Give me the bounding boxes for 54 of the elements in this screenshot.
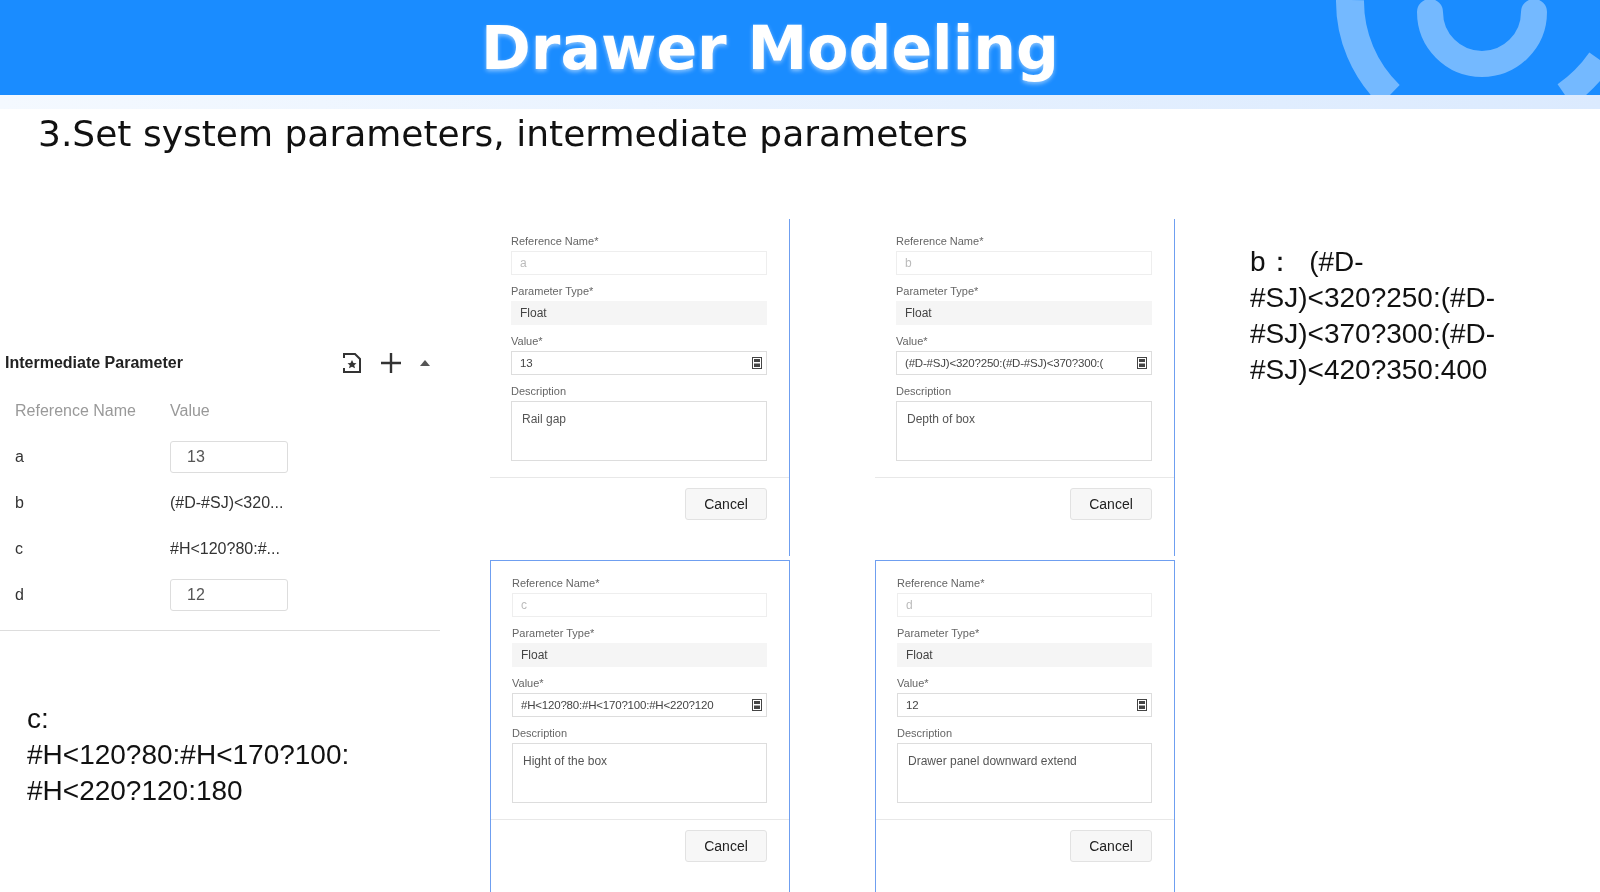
field-label: Parameter Type* [897, 627, 981, 639]
cancel-button[interactable]: Cancel [1070, 830, 1152, 862]
cancel-button[interactable]: Cancel [685, 488, 767, 520]
cancel-button[interactable]: Cancel [685, 830, 767, 862]
slide-subtitle: 3.Set system parameters, intermediate parameters [37, 112, 970, 154]
field-label: Description [897, 727, 954, 739]
column-header: Value [170, 402, 211, 420]
table-cell-text: a [15, 448, 25, 466]
add-icon[interactable] [380, 352, 402, 374]
table-cell-text: #H<120?80:#... [170, 540, 281, 558]
field-label: Value* [896, 335, 929, 347]
description-field[interactable]: Depth of box [896, 401, 1152, 461]
calculator-icon[interactable] [752, 357, 762, 369]
field-label: Value* [511, 335, 544, 347]
description-field[interactable]: Rail gap [511, 401, 767, 461]
field-label: Reference Name* [897, 577, 986, 589]
value-field[interactable]: #H<120?80:#H<170?100:#H<220?120 [512, 693, 767, 717]
field-label: Description [512, 727, 569, 739]
field-label: Reference Name* [511, 235, 600, 247]
calculator-icon[interactable] [752, 699, 762, 711]
column-header: Reference Name [15, 402, 137, 420]
caret-up-icon[interactable] [420, 360, 430, 366]
calculator-icon[interactable] [1137, 699, 1147, 711]
table-cell-text: (#D-#SJ)<320... [170, 494, 285, 512]
value-input[interactable]: 13 [170, 441, 288, 473]
field-label: Value* [512, 677, 545, 689]
value-field[interactable]: 13 [511, 351, 767, 375]
table-cell-text: b [15, 494, 25, 512]
table-cell-text: d [15, 586, 25, 604]
formula-note: c: #H<120?80:#H<170?100: #H<220?120:180 [27, 702, 351, 808]
cancel-button[interactable]: Cancel [1070, 488, 1152, 520]
panel-title: Intermediate Parameter [5, 354, 184, 372]
description-field[interactable]: Hight of the box [512, 743, 767, 803]
calculator-icon[interactable] [1137, 357, 1147, 369]
field-label: Parameter Type* [896, 285, 980, 297]
parameter-type-field[interactable]: Float [897, 643, 1152, 667]
field-label: Value* [897, 677, 930, 689]
field-label: Reference Name* [512, 577, 601, 589]
field-label: Reference Name* [896, 235, 985, 247]
file-star-icon[interactable] [342, 352, 362, 374]
field-label: Description [511, 385, 568, 397]
field-label: Parameter Type* [512, 627, 596, 639]
value-field[interactable]: (#D-#SJ)<320?250:(#D-#SJ)<370?300:( [896, 351, 1152, 375]
value-field[interactable]: 12 [897, 693, 1152, 717]
field-label: Parameter Type* [511, 285, 595, 297]
parameter-type-field[interactable]: Float [511, 301, 767, 325]
value-input[interactable]: 12 [170, 579, 288, 611]
formula-note: b： (#D- #SJ)<320?250:(#D- #SJ)<370?300:(#D- #SJ)<420?350:400 [1250, 245, 1496, 387]
table-cell-text: c [15, 540, 24, 558]
parameter-type-field[interactable]: Float [896, 301, 1152, 325]
description-field[interactable]: Drawer panel downward extend [897, 743, 1152, 803]
slide-title: Drawer Modeling [481, 12, 1059, 83]
parameter-type-field[interactable]: Float [512, 643, 767, 667]
field-label: Description [896, 385, 953, 397]
